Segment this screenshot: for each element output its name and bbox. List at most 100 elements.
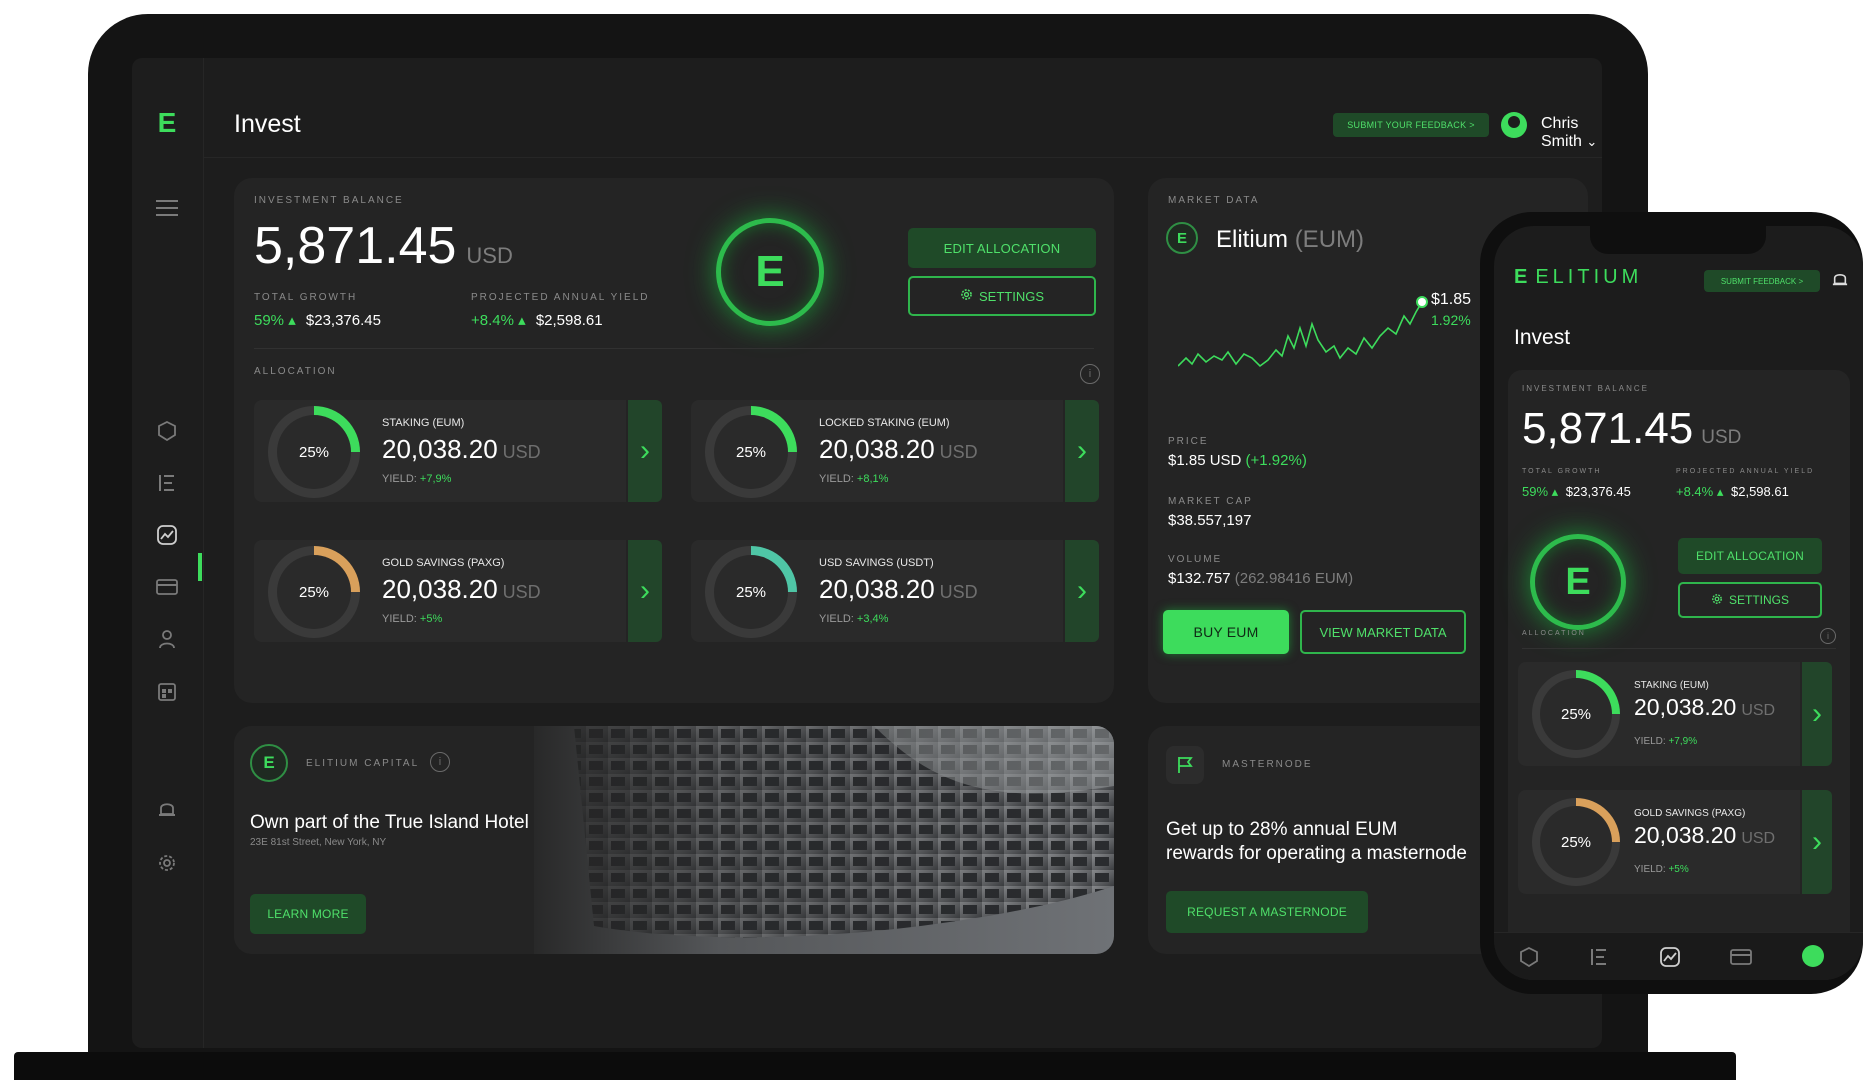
calendar-icon[interactable]	[152, 676, 182, 706]
capital-address: 23E 81st Street, New York, NY	[250, 837, 387, 848]
allocation-item[interactable]: 25% LOCKED STAKING (EUM) 20,038.20 USD YI…	[691, 400, 1101, 502]
allocation-yield: +3,4%	[856, 613, 889, 625]
phone-edit-allocation-button[interactable]: EDIT ALLOCATION	[1678, 538, 1822, 574]
projected-yield-row: +8.4% ▴ $2,598.61	[471, 311, 603, 329]
phone-projected-value: $2,598.61	[1731, 484, 1789, 499]
capital-title: Own part of the True Island Hotel	[250, 812, 529, 833]
projected-yield-pct: +8.4% ▴	[471, 312, 526, 329]
allocation-name: STAKING (EUM)	[1634, 680, 1709, 691]
avatar[interactable]	[1501, 112, 1527, 138]
phone-allocation-item[interactable]: 25% GOLD SAVINGS (PAXG) 20,038.20 USD YIE…	[1518, 790, 1832, 894]
avatar[interactable]	[1802, 945, 1824, 967]
phone-allocation-item[interactable]: 25% STAKING (EUM) 20,038.20 USD YIELD: +7…	[1518, 662, 1832, 766]
volume-eum: (262.98416 EUM)	[1234, 570, 1354, 587]
projected-yield-label: PROJECTED ANNUAL YIELD	[471, 292, 650, 303]
card-icon[interactable]	[152, 572, 182, 602]
learn-more-button[interactable]: LEARN MORE	[250, 894, 366, 934]
total-growth-value: $23,376.45	[305, 312, 381, 329]
phone-tab-bar	[1494, 932, 1863, 980]
allocation-yield-label: YIELD:	[382, 613, 417, 625]
allocation-currency: USD	[939, 582, 978, 602]
info-icon[interactable]: i	[1080, 364, 1100, 384]
allocation-yield-label: YIELD:	[382, 473, 417, 485]
allocation-donut: 25%	[268, 546, 360, 638]
chevron-right-icon[interactable]: ›	[628, 540, 662, 642]
buy-eum-button[interactable]: BUY EUM	[1163, 610, 1289, 654]
phone-total-growth-value: $23,376.45	[1565, 484, 1631, 499]
chevron-right-icon[interactable]: ›	[1802, 790, 1832, 894]
allocation-amount: 20,038.20	[382, 434, 498, 464]
price-value: $1.85 USD	[1168, 452, 1242, 469]
price-label: PRICE	[1168, 436, 1209, 447]
allocation-yield-label: YIELD:	[1634, 736, 1666, 747]
phone-logo-icon: Ε	[1514, 266, 1532, 288]
price-marker	[1416, 296, 1428, 308]
allocation-yield: +5%	[419, 613, 443, 625]
phone-settings-button[interactable]: SETTINGS	[1678, 582, 1822, 618]
phone-total-growth-label: TOTAL GROWTH	[1522, 468, 1602, 475]
chevron-right-icon[interactable]: ›	[1065, 400, 1099, 502]
phone-feedback-button[interactable]: SUBMIT FEEDBACK >	[1704, 270, 1820, 292]
coin-title: Elitium (EUM)	[1216, 226, 1364, 254]
allocation-pct: 25%	[1540, 806, 1612, 878]
sidebar-active-indicator	[198, 553, 202, 581]
masternode-text: Get up to 28% annual EUM rewards for ope…	[1166, 818, 1467, 866]
allocation-donut: 25%	[705, 406, 797, 498]
allocation-body: 25% GOLD SAVINGS (PAXG) 20,038.20 USD YIE…	[254, 540, 626, 642]
allocation-amount: 20,038.20	[819, 574, 935, 604]
edit-allocation-button[interactable]: EDIT ALLOCATION	[908, 228, 1096, 268]
settings-label: SETTINGS	[978, 288, 1044, 304]
info-icon[interactable]: i	[430, 752, 450, 772]
capital-label: ELITIUM CAPITAL	[306, 758, 420, 769]
allocation-item[interactable]: 25% STAKING (EUM) 20,038.20 USD YIELD: +7…	[254, 400, 664, 502]
allocation-yield-label: YIELD:	[819, 613, 854, 625]
topbar: Invest SUBMIT YOUR FEEDBACK > Chris Smit…	[204, 58, 1602, 158]
invest-icon[interactable]	[1590, 947, 1608, 972]
chevron-right-icon[interactable]: ›	[628, 400, 662, 502]
user-icon[interactable]	[152, 624, 182, 654]
allocation-item[interactable]: 25% GOLD SAVINGS (PAXG) 20,038.20 USD YIE…	[254, 540, 664, 642]
chart-icon[interactable]	[1660, 947, 1680, 972]
phone-brand: ELITIUM	[1535, 266, 1643, 288]
shield-icon[interactable]	[1520, 946, 1538, 972]
invest-icon[interactable]	[152, 468, 182, 498]
bell-icon[interactable]	[152, 794, 182, 824]
allocation-currency: USD	[502, 582, 541, 602]
allocation-yield: +7,9%	[419, 473, 452, 485]
allocation-name: USD SAVINGS (USDT)	[819, 557, 934, 569]
allocation-name: STAKING (EUM)	[382, 417, 465, 429]
user-menu[interactable]: Chris Smith ⌄	[1541, 115, 1602, 151]
gear-icon[interactable]	[152, 848, 182, 878]
chart-icon[interactable]	[152, 520, 182, 550]
flag-icon	[1166, 746, 1204, 784]
allocation-body: 25% LOCKED STAKING (EUM) 20,038.20 USD YI…	[691, 400, 1063, 502]
total-growth-label: TOTAL GROWTH	[254, 292, 358, 303]
allocation-yield-row: YIELD: +5%	[382, 613, 442, 625]
phone-brand-row: Ε ELITIUM	[1514, 266, 1642, 289]
phone-investment-card: INVESTMENT BALANCE 5,871.45 USD TOTAL GRO…	[1508, 370, 1850, 980]
info-icon[interactable]: i	[1820, 628, 1836, 644]
allocation-body: 25% STAKING (EUM) 20,038.20 USD YIELD: +7…	[1518, 662, 1800, 766]
feedback-button[interactable]: SUBMIT YOUR FEEDBACK >	[1333, 113, 1489, 137]
chevron-right-icon[interactable]: ›	[1065, 540, 1099, 642]
chevron-right-icon[interactable]: ›	[1802, 662, 1832, 766]
coin-ticker: (EUM)	[1294, 226, 1365, 253]
request-masternode-button[interactable]: REQUEST A MASTERNODE	[1166, 891, 1368, 933]
view-market-data-button[interactable]: VIEW MARKET DATA	[1300, 610, 1466, 654]
allocation-amount-row: 20,038.20 USD	[382, 434, 541, 465]
balance-amount: 5,871.45	[254, 217, 457, 275]
shield-icon[interactable]	[152, 416, 182, 446]
allocation-item[interactable]: 25% USD SAVINGS (USDT) 20,038.20 USD YIEL…	[691, 540, 1101, 642]
card-icon[interactable]	[1730, 949, 1752, 970]
phone-balance-currency: USD	[1701, 427, 1742, 448]
settings-button[interactable]: SETTINGS	[908, 276, 1096, 316]
allocation-currency: USD	[1741, 830, 1776, 847]
bell-icon[interactable]	[1832, 270, 1848, 293]
allocation-yield: +7,9%	[1668, 736, 1698, 747]
app-logo-icon[interactable]: Ε	[152, 107, 182, 138]
allocation-amount-row: 20,038.20 USD	[382, 574, 541, 605]
allocation-donut: 25%	[1532, 798, 1620, 886]
menu-icon[interactable]	[152, 193, 182, 223]
allocation-amount: 20,038.20	[819, 434, 935, 464]
allocation-name: GOLD SAVINGS (PAXG)	[382, 557, 505, 569]
